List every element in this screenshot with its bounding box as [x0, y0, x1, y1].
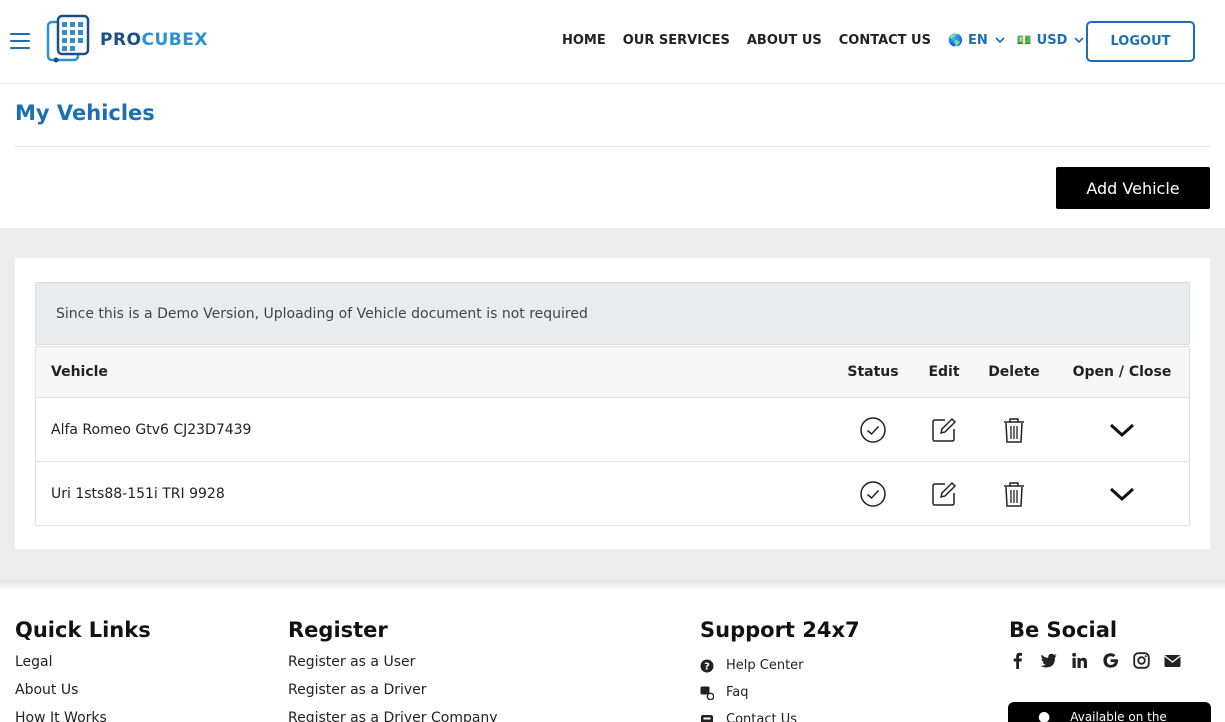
language-selector[interactable]: 🌎 EN [948, 33, 1005, 48]
envelope-icon[interactable] [1164, 652, 1181, 669]
delete-cell [978, 398, 1050, 461]
footer-link-legal[interactable]: Legal [15, 652, 151, 680]
contact-us-label: Contact Us [726, 711, 797, 722]
footer-support: Support 24x7 ? Help Center Faq Contact U… [700, 618, 860, 722]
edit-cell [910, 398, 978, 461]
footer-link-register-user[interactable]: Register as a User [288, 652, 498, 680]
linkedin-icon[interactable] [1071, 652, 1088, 669]
contact-icon [701, 714, 713, 722]
table-row: Alfa Romeo Gtv6 CJ23D7439 [36, 397, 1189, 461]
open-close-cell [1066, 398, 1178, 461]
column-header-edit: Edit [928, 364, 960, 380]
chevron-down-icon[interactable] [1108, 480, 1136, 508]
footer-social: Be Social [1009, 618, 1195, 669]
question-circle-icon: ? [700, 659, 714, 672]
svg-text:?: ? [704, 661, 710, 672]
help-center-label: Help Center [726, 657, 804, 673]
chevron-down-icon [1074, 37, 1084, 44]
table-row: Uri 1sts88-151i TRI 9928 [36, 461, 1189, 525]
footer-link-help-center[interactable]: ? Help Center [700, 652, 860, 679]
procubex-logo[interactable]: PROCUBEX [44, 14, 208, 66]
chevron-down-icon[interactable] [1108, 416, 1136, 444]
table-header-row: Vehicle Status Edit Delete Open / Close [36, 346, 1189, 397]
open-close-cell [1066, 462, 1178, 525]
vehicles-table: Vehicle Status Edit Delete Open / Close … [35, 346, 1190, 526]
add-vehicle-button[interactable]: Add Vehicle [1056, 167, 1210, 209]
site-header: PROCUBEX HOME OUR SERVICES ABOUT US CONT… [0, 0, 1225, 84]
trash-icon[interactable] [1000, 416, 1028, 444]
app-badge-label: Available on the [1070, 710, 1167, 722]
faq-label: Faq [726, 684, 749, 700]
demo-notice: Since this is a Demo Version, Uploading … [35, 282, 1190, 345]
page-title: My Vehicles [15, 101, 155, 125]
column-header-open-close: Open / Close [1072, 364, 1172, 380]
footer-link-about-us[interactable]: About Us [15, 680, 151, 708]
column-header-vehicle: Vehicle [51, 364, 108, 380]
twitter-icon[interactable] [1040, 652, 1057, 669]
column-header-delete: Delete [988, 364, 1040, 380]
vehicle-name: Uri 1sts88-151i TRI 9928 [51, 485, 225, 502]
faq-icon [700, 686, 714, 700]
column-header-status: Status [847, 364, 899, 380]
be-social-heading: Be Social [1009, 618, 1118, 642]
trash-icon[interactable] [1000, 480, 1028, 508]
language-label: EN [967, 32, 988, 48]
nav-our-services[interactable]: OUR SERVICES [623, 33, 730, 48]
instagram-icon[interactable] [1133, 652, 1150, 669]
delete-cell [978, 462, 1050, 525]
check-circle-icon[interactable] [859, 480, 887, 508]
currency-label: USD [1036, 32, 1068, 48]
logo-cube-icon [46, 14, 90, 63]
logo-wordmark: PROCUBEX [100, 30, 208, 50]
footer-register: Register Register as a User Register as … [288, 618, 498, 722]
currency-selector[interactable]: 💵 USD [1017, 33, 1085, 48]
footer-link-faq[interactable]: Faq [700, 679, 860, 706]
hamburger-menu-icon[interactable] [10, 33, 30, 49]
apple-icon: ● [1038, 709, 1051, 722]
footer-link-register-driver-company[interactable]: Register as a Driver Company [288, 708, 498, 722]
footer-divider [0, 580, 1225, 590]
nav-home[interactable]: HOME [562, 33, 606, 48]
footer-link-register-driver[interactable]: Register as a Driver [288, 680, 498, 708]
facebook-icon[interactable] [1009, 652, 1026, 669]
globe-icon: 🌎 [947, 33, 963, 47]
logout-button[interactable]: LOGOUT [1086, 21, 1195, 62]
register-heading: Register [288, 618, 388, 642]
footer-link-how-it-works[interactable]: How It Works [15, 708, 151, 722]
support-heading: Support 24x7 [700, 618, 860, 642]
nav-about-us[interactable]: ABOUT US [747, 33, 822, 48]
vehicle-name: Alfa Romeo Gtv6 CJ23D7439 [51, 421, 252, 438]
app-store-badge[interactable]: ● Available on the [1008, 702, 1211, 722]
edit-cell [910, 462, 978, 525]
social-icons [1009, 652, 1195, 669]
main-nav: HOME OUR SERVICES ABOUT US CONTACT US 🌎 … [562, 31, 1096, 49]
edit-icon[interactable] [930, 416, 958, 444]
title-divider [15, 146, 1210, 147]
status-cell [836, 462, 910, 525]
google-icon[interactable] [1102, 652, 1119, 669]
currency-icon: 💵 [1016, 33, 1032, 47]
footer-link-contact-us[interactable]: Contact Us [700, 706, 860, 722]
nav-contact-us[interactable]: CONTACT US [839, 33, 931, 48]
footer-quick-links: Quick Links Legal About Us How It Works [15, 618, 151, 722]
quick-links-heading: Quick Links [15, 618, 151, 642]
check-circle-icon[interactable] [859, 416, 887, 444]
chevron-down-icon [995, 37, 1005, 44]
status-cell [836, 398, 910, 461]
edit-icon[interactable] [930, 480, 958, 508]
